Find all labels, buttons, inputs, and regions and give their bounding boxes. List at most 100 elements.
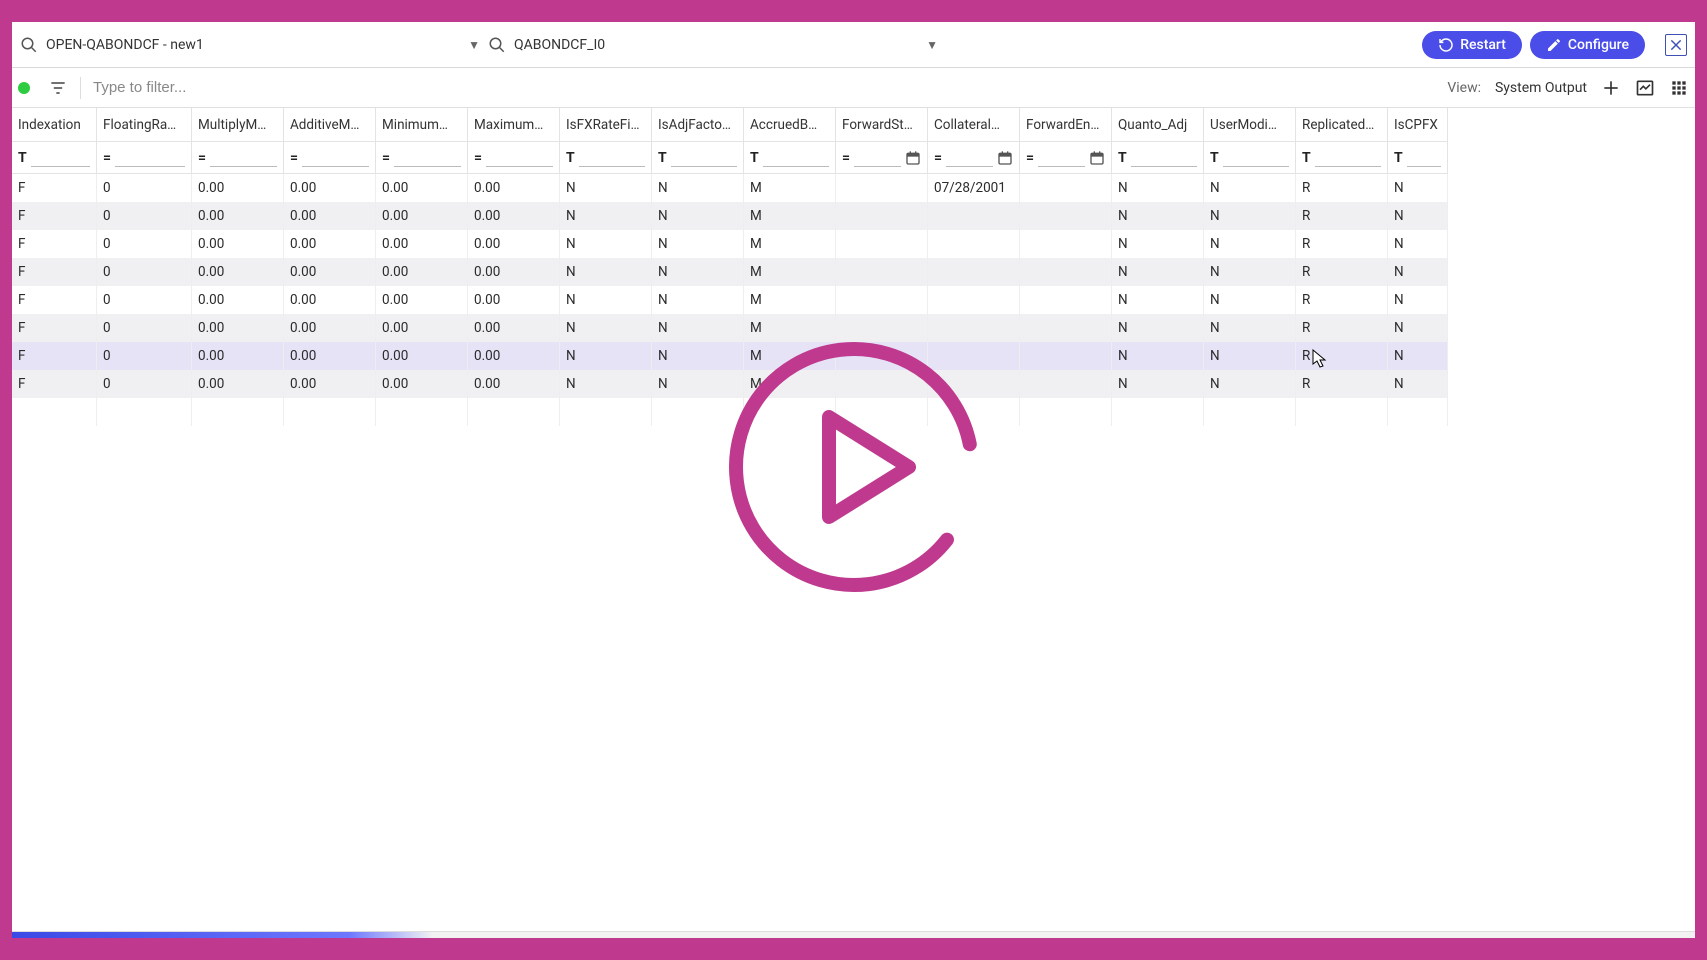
column-header-indexation[interactable]: Indexation: [12, 108, 97, 142]
close-button[interactable]: [1665, 34, 1687, 56]
cell-minimum[interactable]: 0.00: [376, 230, 468, 258]
cell-indexation[interactable]: F: [12, 342, 97, 370]
cell-quanto[interactable]: N: [1112, 286, 1204, 314]
column-filter-replicated[interactable]: T: [1296, 142, 1388, 174]
column-filter-iscpfx[interactable]: T: [1388, 142, 1448, 174]
column-filter-additivem[interactable]: =: [284, 142, 376, 174]
cell-iscpfx[interactable]: N: [1388, 286, 1448, 314]
cell-additivem[interactable]: 0.00: [284, 202, 376, 230]
cell-replicated[interactable]: R: [1296, 258, 1388, 286]
filter-icon[interactable]: [48, 78, 68, 98]
configure-button[interactable]: Configure: [1530, 31, 1645, 59]
cell-indexation[interactable]: F: [12, 230, 97, 258]
calendar-icon[interactable]: [1089, 150, 1105, 166]
cell-quanto[interactable]: N: [1112, 370, 1204, 398]
cell-additivem[interactable]: 0.00: [284, 258, 376, 286]
cell-forwardst[interactable]: [836, 314, 928, 342]
cell-isadjfacto[interactable]: N: [652, 202, 744, 230]
cell-isfxratefi[interactable]: N: [560, 370, 652, 398]
cell-replicated[interactable]: R: [1296, 202, 1388, 230]
filter-input-line[interactable]: [394, 149, 461, 167]
column-filter-quanto[interactable]: T: [1112, 142, 1204, 174]
column-filter-floatingra[interactable]: =: [97, 142, 192, 174]
column-filter-isfxratefi[interactable]: T: [560, 142, 652, 174]
cell-multiplym[interactable]: 0.00: [192, 230, 284, 258]
cell-forwarden[interactable]: [1020, 286, 1112, 314]
cell-usermodi[interactable]: N: [1204, 230, 1296, 258]
cell-isadjfacto[interactable]: N: [652, 370, 744, 398]
cell-collateral[interactable]: [928, 258, 1020, 286]
column-header-usermodi[interactable]: UserModi…: [1204, 108, 1296, 142]
cell-multiplym[interactable]: 0.00: [192, 202, 284, 230]
cell-forwardst[interactable]: [836, 230, 928, 258]
filter-input-line[interactable]: [210, 149, 277, 167]
column-header-minimum[interactable]: Minimum…: [376, 108, 468, 142]
cell-floatingra[interactable]: 0: [97, 174, 192, 202]
cell-collateral[interactable]: 07/28/2001: [928, 174, 1020, 202]
cell-minimum[interactable]: 0.00: [376, 370, 468, 398]
cell-collateral[interactable]: [928, 286, 1020, 314]
cell-isadjfacto[interactable]: N: [652, 342, 744, 370]
filter-input-line[interactable]: [115, 149, 185, 167]
cell-iscpfx[interactable]: N: [1388, 258, 1448, 286]
cell-accruedb[interactable]: M: [744, 286, 836, 314]
chevron-down-icon[interactable]: ▼: [468, 38, 480, 52]
search-2[interactable]: QABONDCF_I0 ▼: [488, 36, 938, 54]
column-header-replicated[interactable]: Replicated…: [1296, 108, 1388, 142]
calendar-icon[interactable]: [997, 150, 1013, 166]
cell-forwardst[interactable]: [836, 342, 928, 370]
cell-additivem[interactable]: 0.00: [284, 286, 376, 314]
cell-indexation[interactable]: F: [12, 258, 97, 286]
cell-additivem[interactable]: 0.00: [284, 370, 376, 398]
filter-input-line[interactable]: [1223, 149, 1289, 167]
cell-collateral[interactable]: [928, 202, 1020, 230]
cell-quanto[interactable]: N: [1112, 230, 1204, 258]
cell-maximum[interactable]: 0.00: [468, 286, 560, 314]
cell-forwardst[interactable]: [836, 202, 928, 230]
cell-replicated[interactable]: R: [1296, 286, 1388, 314]
cell-floatingra[interactable]: 0: [97, 258, 192, 286]
cell-iscpfx[interactable]: N: [1388, 370, 1448, 398]
cell-accruedb[interactable]: M: [744, 342, 836, 370]
cell-multiplym[interactable]: 0.00: [192, 258, 284, 286]
filter-input-line[interactable]: [1038, 149, 1085, 167]
chart-icon[interactable]: [1635, 78, 1655, 98]
cell-maximum[interactable]: 0.00: [468, 174, 560, 202]
cell-quanto[interactable]: N: [1112, 174, 1204, 202]
cell-minimum[interactable]: 0.00: [376, 202, 468, 230]
column-filter-usermodi[interactable]: T: [1204, 142, 1296, 174]
cell-accruedb[interactable]: M: [744, 174, 836, 202]
column-header-multiplym[interactable]: MultiplyM…: [192, 108, 284, 142]
cell-minimum[interactable]: 0.00: [376, 314, 468, 342]
cell-quanto[interactable]: N: [1112, 342, 1204, 370]
column-header-forwardst[interactable]: ForwardSt…: [836, 108, 928, 142]
cell-floatingra[interactable]: 0: [97, 202, 192, 230]
cell-isadjfacto[interactable]: N: [652, 174, 744, 202]
data-grid[interactable]: IndexationFloatingRa…MultiplyM…AdditiveM…: [12, 108, 1695, 932]
column-header-maximum[interactable]: Maximum…: [468, 108, 560, 142]
cell-isadjfacto[interactable]: N: [652, 258, 744, 286]
cell-indexation[interactable]: F: [12, 174, 97, 202]
cell-minimum[interactable]: 0.00: [376, 174, 468, 202]
column-header-quanto[interactable]: Quanto_Adj: [1112, 108, 1204, 142]
add-button[interactable]: [1601, 78, 1621, 98]
cell-maximum[interactable]: 0.00: [468, 230, 560, 258]
search-1[interactable]: OPEN-QABONDCF - new1 ▼: [20, 36, 480, 54]
cell-forwarden[interactable]: [1020, 342, 1112, 370]
cell-iscpfx[interactable]: N: [1388, 314, 1448, 342]
cell-forwarden[interactable]: [1020, 370, 1112, 398]
column-filter-accruedb[interactable]: T: [744, 142, 836, 174]
cell-accruedb[interactable]: M: [744, 230, 836, 258]
cell-forwardst[interactable]: [836, 370, 928, 398]
cell-maximum[interactable]: 0.00: [468, 314, 560, 342]
column-filter-maximum[interactable]: =: [468, 142, 560, 174]
cell-accruedb[interactable]: M: [744, 314, 836, 342]
cell-forwarden[interactable]: [1020, 202, 1112, 230]
filter-input-line[interactable]: [946, 149, 993, 167]
column-filter-forwarden[interactable]: =: [1020, 142, 1112, 174]
filter-input-line[interactable]: [763, 149, 829, 167]
column-header-iscpfx[interactable]: IsCPFX: [1388, 108, 1448, 142]
cell-maximum[interactable]: 0.00: [468, 202, 560, 230]
cell-maximum[interactable]: 0.00: [468, 342, 560, 370]
cell-isfxratefi[interactable]: N: [560, 202, 652, 230]
